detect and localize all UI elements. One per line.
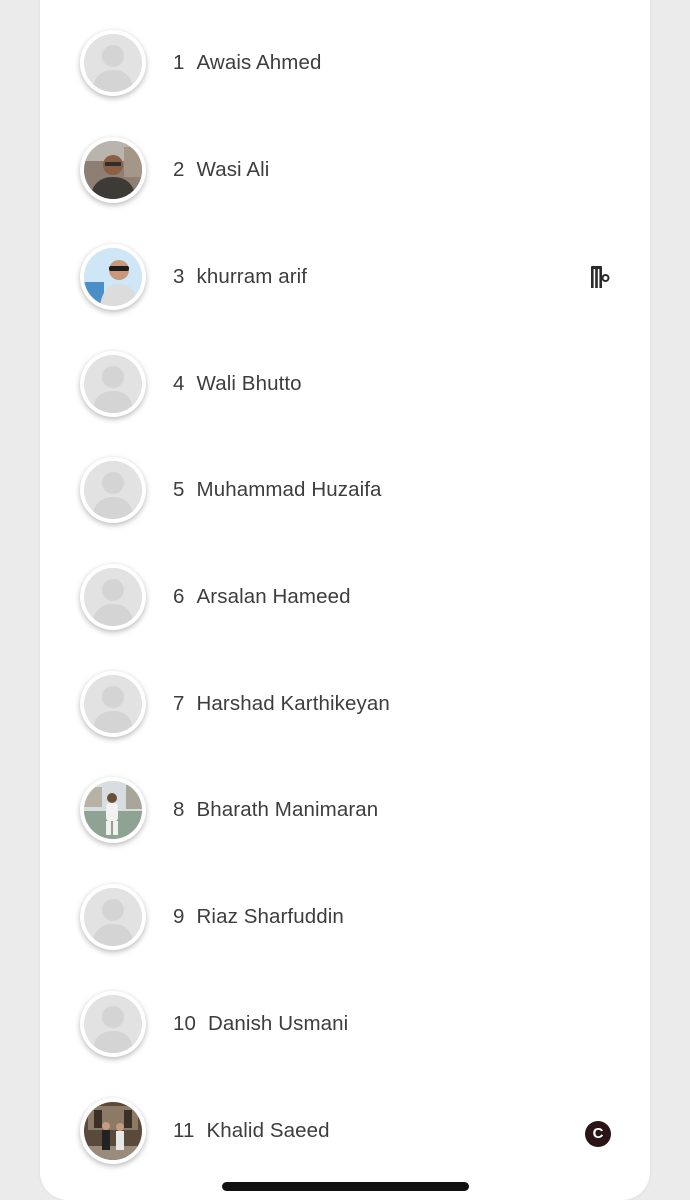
player-name: Muhammad Huzaifa [196,478,382,501]
default-avatar-icon [84,995,142,1053]
avatar [80,30,146,96]
avatar [80,884,146,950]
player-row[interactable]: 8 Bharath Manimaran [40,757,650,863]
avatar [80,671,146,737]
player-number: 7 [173,692,185,715]
avatar [80,137,146,203]
avatar [80,991,146,1057]
player-photo [84,141,142,199]
default-avatar-icon [84,568,142,626]
player-row[interactable]: 5 Muhammad Huzaifa [40,437,650,543]
player-name-label: 7 Harshad Karthikeyan [173,692,390,716]
player-number: 6 [173,585,185,608]
player-photo [84,781,142,839]
player-name: Arsalan Hameed [196,585,351,608]
player-name: Awais Ahmed [196,51,322,74]
avatar [80,777,146,843]
player-row[interactable]: 7 Harshad Karthikeyan [40,651,650,757]
default-avatar-icon [84,34,142,92]
avatar [80,351,146,417]
avatar [80,457,146,523]
player-name-label: 6 Arsalan Hameed [173,585,351,609]
wicket-keeper-icon [591,266,610,288]
avatar [80,1098,146,1164]
player-row[interactable]: 11 Khalid Saeed C [40,1078,650,1184]
player-number: 9 [173,905,185,928]
player-name-label: 10 Danish Usmani [173,1012,348,1036]
player-number: 8 [173,798,185,821]
player-number: 10 [173,1012,197,1035]
player-name: Harshad Karthikeyan [196,692,390,715]
player-photo [84,248,142,306]
player-number: 4 [173,372,185,395]
player-number: 11 [173,1119,195,1142]
player-number: 2 [173,158,185,181]
player-name: Wasi Ali [196,158,270,181]
player-name: khurram arif [196,265,308,288]
player-row[interactable]: 9 Riaz Sharfuddin [40,864,650,970]
player-row[interactable]: 3 khurram arif [40,224,650,330]
player-row[interactable]: 10 Danish Usmani [40,971,650,1077]
player-row[interactable]: 4 Wali Bhutto [40,331,650,437]
player-name: Danish Usmani [208,1012,349,1035]
player-name-label: 3 khurram arif [173,265,307,289]
home-indicator[interactable] [222,1182,469,1191]
player-name-label: 2 Wasi Ali [173,158,269,182]
player-row[interactable]: 6 Arsalan Hameed [40,544,650,650]
player-name: Bharath Manimaran [196,798,379,821]
player-name-label: 4 Wali Bhutto [173,372,302,396]
player-name-label: 5 Muhammad Huzaifa [173,478,382,502]
player-number: 1 [173,51,185,74]
default-avatar-icon [84,675,142,733]
player-name-label: 8 Bharath Manimaran [173,798,378,822]
player-number: 3 [173,265,185,288]
player-photo [84,1102,142,1160]
player-name: Riaz Sharfuddin [196,905,344,928]
captain-icon: C [585,1121,611,1147]
player-name-label: 9 Riaz Sharfuddin [173,905,344,929]
default-avatar-icon [84,355,142,413]
default-avatar-icon [84,888,142,946]
avatar [80,244,146,310]
player-name: Khalid Saeed [206,1119,330,1142]
player-name-label: 11 Khalid Saeed [173,1119,330,1143]
player-name-label: 1 Awais Ahmed [173,51,321,75]
player-row[interactable]: 1 Awais Ahmed [40,10,650,116]
player-row[interactable]: 2 Wasi Ali [40,117,650,223]
player-name: Wali Bhutto [196,372,302,395]
avatar [80,564,146,630]
default-avatar-icon [84,461,142,519]
player-number: 5 [173,478,185,501]
